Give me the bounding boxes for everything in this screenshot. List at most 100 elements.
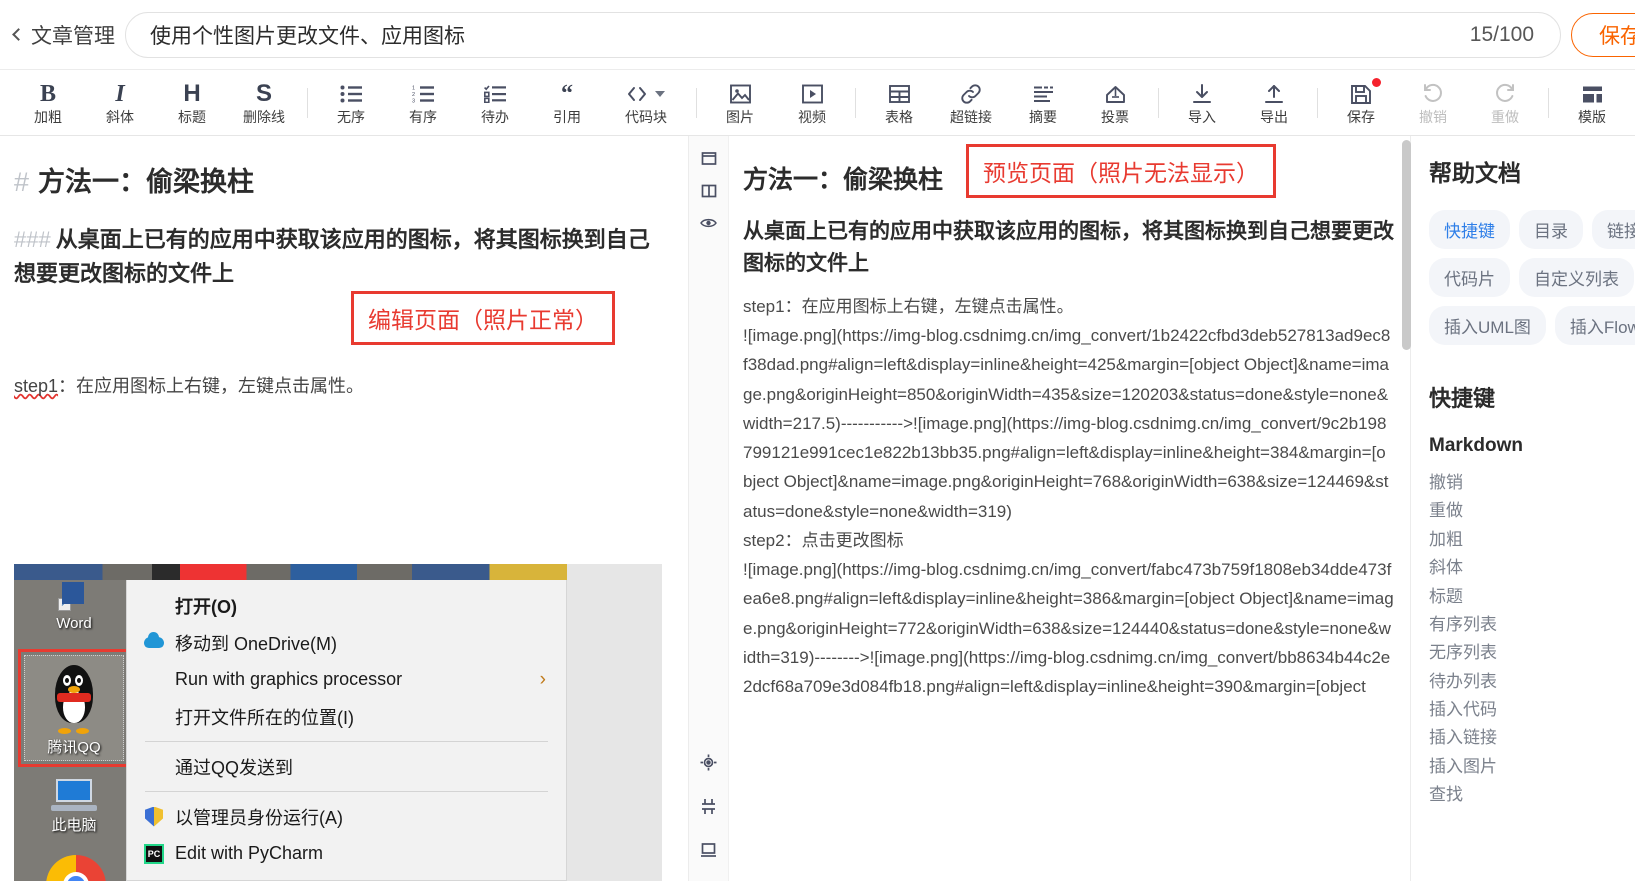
toolbar-strikethrough[interactable]: S 删除线 — [228, 74, 300, 132]
toolbar-unordered-list[interactable]: 无序 — [315, 74, 387, 132]
windows-context-menu: 打开(O) 移动到 OneDrive(M) Run with graphics … — [126, 580, 567, 881]
shortcut-insert-image[interactable]: 插入图片 — [1429, 753, 1635, 781]
summary-icon — [1032, 81, 1055, 107]
ctx-move-to-onedrive: 移动到 OneDrive(M) — [127, 624, 566, 661]
help-chip-group: 快捷键 目录 链接 代码片 自定义列表 插入UML图 插入Flowchart流 — [1429, 210, 1635, 345]
toolbar-save[interactable]: 保存 — [1325, 74, 1397, 132]
chip-insert-uml[interactable]: 插入UML图 — [1429, 306, 1546, 345]
toolbar-ordered-list[interactable]: 1 2 3 有序 — [387, 74, 459, 132]
shortcut-insert-code[interactable]: 插入代码 — [1429, 696, 1635, 724]
word-desktop-icon: Word — [20, 582, 128, 632]
title-field-wrapper[interactable]: 15/100 — [125, 11, 1561, 58]
expand-icon[interactable] — [697, 791, 721, 821]
toolbar-label: 删除线 — [243, 109, 285, 125]
strikethrough-icon: S — [255, 80, 272, 107]
toolbar-link[interactable]: 超链接 — [935, 74, 1007, 132]
shortcut-heading[interactable]: 标题 — [1429, 583, 1635, 611]
qq-icon-selection-highlight: 腾讯QQ — [18, 649, 130, 767]
shortcut-todo-list[interactable]: 待办列表 — [1429, 668, 1635, 696]
step1-token: step1 — [14, 376, 59, 397]
toolbar-summary[interactable]: 摘要 — [1007, 74, 1079, 132]
word-label: Word — [56, 615, 92, 632]
editor-h3-text: 从桌面上已有的应用中获取该应用的图标，将其图标换到自己想要更改图标的文件上 — [14, 227, 650, 287]
word-icon — [56, 582, 92, 612]
preview-line-step1: step1：在应用图标上右键，左键点击属性。 — [743, 297, 1074, 316]
chip-link[interactable]: 链接 — [1592, 210, 1635, 249]
layout-single-icon[interactable] — [697, 144, 721, 174]
shortcut-unordered-list[interactable]: 无序列表 — [1429, 639, 1635, 667]
shortcut-undo[interactable]: 撤销 — [1429, 469, 1635, 497]
eye-preview-icon[interactable] — [697, 208, 721, 238]
toolbar-quote[interactable]: “ 引用 — [531, 74, 603, 132]
toolbar-video[interactable]: 视频 — [776, 74, 848, 132]
article-title-input[interactable] — [150, 22, 1470, 47]
toolbar-divider — [1158, 87, 1159, 118]
chevron-right-icon: › — [539, 668, 546, 690]
chip-code-snippet[interactable]: 代码片 — [1429, 258, 1510, 297]
fullscreen-icon[interactable] — [697, 835, 721, 865]
toolbar-italic[interactable]: I 斜体 — [84, 74, 156, 132]
back-to-article-management[interactable]: 文章管理 — [12, 20, 115, 50]
shortcut-find[interactable]: 查找 — [1429, 781, 1635, 809]
shortcut-bold[interactable]: 加粗 — [1429, 526, 1635, 554]
ctx-label: Run with graphics processor — [175, 669, 403, 689]
toolbar-label: 导出 — [1260, 109, 1288, 125]
this-pc-label: 此电脑 — [51, 817, 97, 834]
preview-gutter-toolbar — [689, 136, 729, 881]
ctx-divider — [145, 791, 548, 792]
preview-line-image-1: ![image.png](https://img-blog.csdnimg.cn… — [743, 326, 1391, 521]
toolbar-todo-list[interactable]: 待办 — [459, 74, 531, 132]
preview-content: 预览页面（照片无法显示） 方法一：偷梁换柱 从桌面上已有的应用中获取该应用的图标… — [729, 136, 1410, 881]
markdown-editor-pane[interactable]: # 方法一：偷梁换柱 ### 从桌面上已有的应用中获取该应用的图标，将其图标换到自… — [0, 136, 688, 881]
ctx-divider — [145, 741, 548, 742]
chip-insert-flowchart[interactable]: 插入Flowchart流 — [1554, 306, 1635, 345]
shortcut-italic[interactable]: 斜体 — [1429, 554, 1635, 582]
qq-penguin-icon — [48, 661, 100, 735]
shortcuts-group-title: Markdown — [1429, 435, 1523, 456]
preview-line-image-2: ![image.png](https://img-blog.csdnimg.cn… — [743, 560, 1394, 697]
toolbar-redo[interactable]: 重做 — [1469, 74, 1541, 132]
toolbar-code-block[interactable]: 代码块 — [603, 74, 689, 132]
chip-toc[interactable]: 目录 — [1519, 210, 1583, 249]
ctx-label: 使用有道词典翻译 — [175, 878, 319, 881]
unsaved-badge-dot — [1372, 77, 1381, 87]
toolbar-vote[interactable]: 投票 — [1079, 74, 1151, 132]
toolbar-import[interactable]: 导入 — [1166, 74, 1238, 132]
link-icon — [960, 81, 982, 107]
toolbar-label: 模版 — [1578, 109, 1606, 125]
shortcuts-list: 撤销 重做 加粗 斜体 标题 有序列表 无序列表 待办列表 插入代码 插入链接 … — [1429, 469, 1635, 810]
ctx-open-file-location: 打开文件所在的位置(I) — [127, 698, 566, 735]
bold-icon: B — [39, 81, 56, 107]
chevron-down-icon — [655, 91, 665, 97]
save-icon — [1350, 81, 1372, 107]
editor-h1-text: 方法一：偷梁换柱 — [38, 167, 255, 197]
toolbar-table[interactable]: 表格 — [863, 74, 935, 132]
chip-shortcuts[interactable]: 快捷键 — [1429, 210, 1510, 249]
preview-scrollbar[interactable] — [1402, 140, 1411, 350]
vote-icon — [1104, 81, 1127, 107]
heading-icon: H — [183, 80, 201, 107]
chip-custom-list[interactable]: 自定义列表 — [1519, 258, 1634, 297]
toolbar-export[interactable]: 导出 — [1238, 74, 1310, 132]
toolbar-label: 图片 — [726, 109, 754, 125]
target-sync-icon[interactable] — [697, 747, 721, 777]
preview-line-step2: step2：点击更改图标 — [743, 530, 904, 550]
layout-split-icon[interactable] — [697, 176, 721, 206]
ctx-edit-with-pycharm: PC Edit with PyCharm — [127, 835, 566, 872]
code-block-icon — [627, 81, 665, 107]
toolbar-image[interactable]: 图片 — [704, 74, 776, 132]
save-draft-button[interactable]: 保存草稿 — [1571, 12, 1635, 57]
shortcut-redo[interactable]: 重做 — [1429, 497, 1635, 525]
toolbar-heading[interactable]: H 标题 — [156, 74, 228, 132]
toolbar-undo[interactable]: 撤销 — [1397, 74, 1469, 132]
embedded-screenshot-image[interactable]: Word 腾讯QQ — [14, 564, 662, 881]
toolbar-template[interactable]: 模版 — [1556, 74, 1628, 132]
shortcut-ordered-list[interactable]: 有序列表 — [1429, 611, 1635, 639]
desktop-top-strip — [14, 564, 567, 580]
ctx-run-as-admin: 以管理员身份运行(A) — [127, 798, 566, 835]
shortcuts-section-title: 快捷键 — [1429, 386, 1496, 411]
ctx-run-with-graphics-processor: Run with graphics processor › — [127, 661, 566, 698]
step1-text: ：在应用图标上右键，左键点击属性。 — [58, 376, 365, 397]
shortcut-insert-link[interactable]: 插入链接 — [1429, 724, 1635, 752]
toolbar-bold[interactable]: B 加粗 — [12, 74, 84, 132]
